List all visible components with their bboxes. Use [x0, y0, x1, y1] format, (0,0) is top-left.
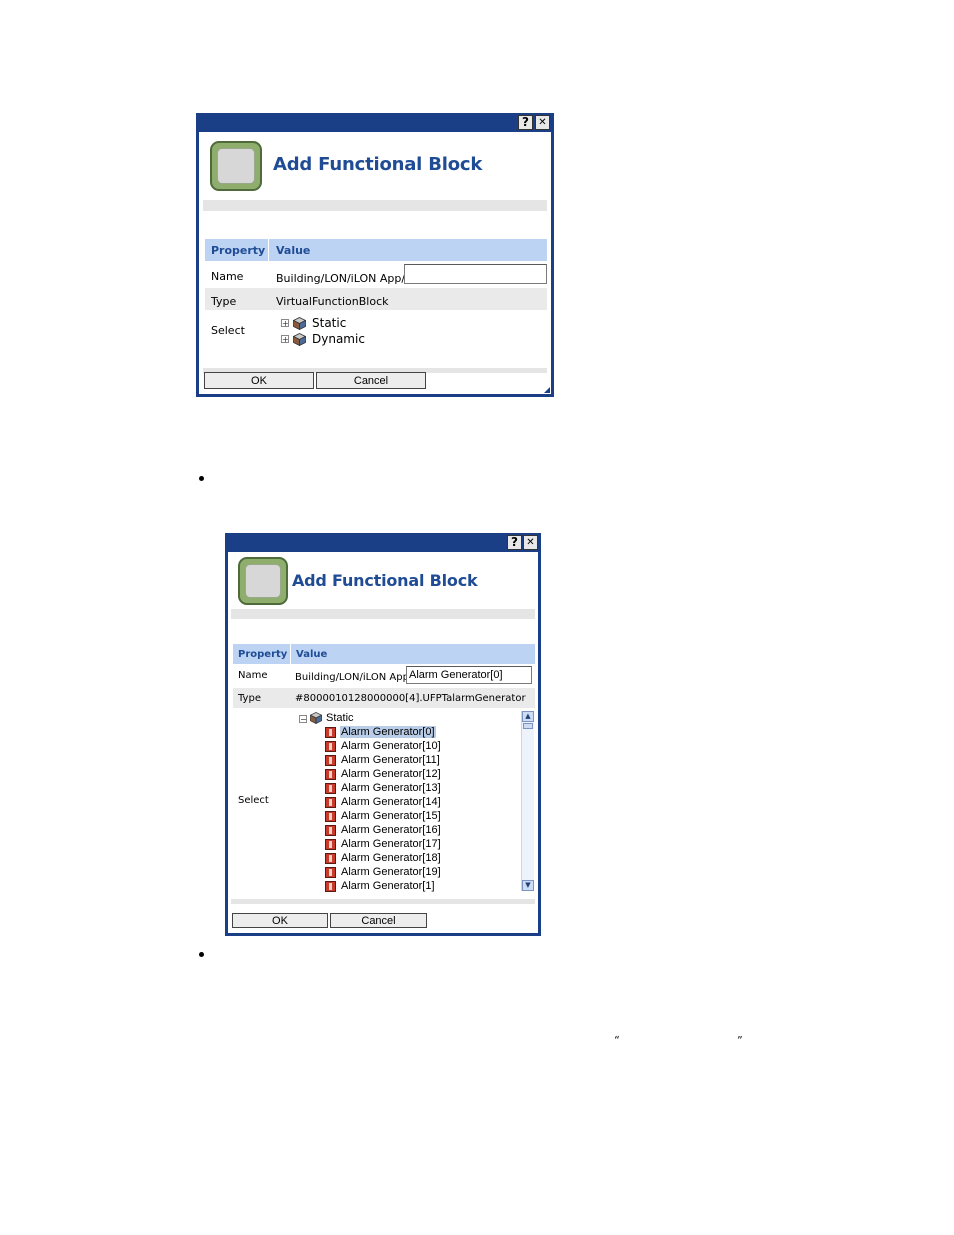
list-item[interactable]: Alarm Generator[10]: [325, 740, 525, 754]
functional-block-icon: [238, 557, 288, 605]
bullet: [199, 476, 204, 481]
property-table-header: Property Value: [233, 644, 535, 664]
alarm-icon: [325, 769, 336, 780]
tree-view[interactable]: − Static Alarm Generator[0] Alarm Generat…: [288, 711, 536, 895]
cube-icon: [293, 317, 306, 330]
footer-separator: [231, 899, 535, 904]
list-item[interactable]: Alarm Generator[0]: [325, 726, 525, 740]
list-item-label[interactable]: Alarm Generator[17]: [340, 838, 442, 850]
scroll-thumb[interactable]: [523, 723, 533, 729]
list-item-label[interactable]: Alarm Generator[13]: [340, 782, 442, 794]
add-functional-block-dialog-2: ? ✕ Add Functional Block Property Value …: [225, 533, 541, 936]
name-input[interactable]: [404, 264, 547, 284]
list-item[interactable]: Alarm Generator[13]: [325, 782, 525, 796]
list-item-label[interactable]: Alarm Generator[19]: [340, 866, 442, 878]
alarm-icon: [325, 783, 336, 794]
list-item[interactable]: Alarm Generator[12]: [325, 768, 525, 782]
scroll-up-arrow[interactable]: ▲: [522, 711, 534, 722]
name-prefix: Building/LON/iLON App/: [276, 272, 406, 285]
alarm-icon: [325, 825, 336, 836]
select-label: Select: [238, 795, 269, 806]
type-label: Type: [211, 295, 237, 308]
tree-label-static[interactable]: Static: [326, 712, 354, 724]
tree-label-static[interactable]: Static: [312, 316, 346, 330]
resize-grip[interactable]: [544, 387, 550, 393]
cancel-button[interactable]: Cancel: [330, 913, 427, 928]
select-label: Select: [211, 324, 245, 337]
dialog-title: Add Functional Block: [292, 571, 478, 590]
name-label: Name: [238, 670, 268, 681]
cube-icon: [293, 333, 306, 346]
tree-scrollbar[interactable]: ▲ ▼: [521, 711, 534, 891]
list-item[interactable]: Alarm Generator[18]: [325, 852, 525, 866]
list-item[interactable]: Alarm Generator[17]: [325, 838, 525, 852]
type-value: VirtualFunctionBlock: [276, 295, 389, 308]
alarm-icon: [325, 741, 336, 752]
alarm-icon: [325, 727, 336, 738]
functional-block-icon: [210, 141, 262, 191]
property-table-header: Property Value: [205, 239, 547, 261]
help-button[interactable]: ?: [507, 535, 522, 550]
alarm-icon: [325, 867, 336, 878]
name-label: Name: [211, 270, 244, 283]
list-item-label[interactable]: Alarm Generator[14]: [340, 796, 442, 808]
list-item[interactable]: Alarm Generator[11]: [325, 754, 525, 768]
alarm-icon: [325, 839, 336, 850]
dialog-body: Add Functional Block Property Value Name…: [228, 552, 538, 933]
scroll-down-arrow[interactable]: ▼: [522, 880, 534, 891]
list-item-label[interactable]: Alarm Generator[11]: [340, 754, 441, 766]
type-label: Type: [238, 693, 261, 704]
list-item[interactable]: Alarm Generator[1]: [325, 880, 525, 894]
dialog-title: Add Functional Block: [273, 154, 483, 175]
help-button[interactable]: ?: [518, 115, 533, 130]
alarm-icon: [325, 811, 336, 822]
list-item-label[interactable]: Alarm Generator[12]: [340, 768, 442, 780]
list-item-label[interactable]: Alarm Generator[1]: [340, 880, 436, 892]
alarm-icon: [325, 881, 336, 892]
col-value: Value: [276, 244, 311, 257]
header-separator: [203, 200, 547, 211]
alarm-icon: [325, 853, 336, 864]
alarm-icon: [325, 755, 336, 766]
tree-label-dynamic[interactable]: Dynamic: [312, 332, 365, 346]
list-item-label[interactable]: Alarm Generator[16]: [340, 824, 442, 836]
col-value: Value: [296, 649, 328, 660]
name-input[interactable]: [406, 666, 532, 684]
list-item[interactable]: Alarm Generator[14]: [325, 796, 525, 810]
name-prefix: Building/LON/iLON App/: [295, 672, 413, 683]
bullet: [199, 952, 204, 957]
list-item-label[interactable]: Alarm Generator[18]: [340, 852, 442, 864]
collapse-icon[interactable]: −: [299, 715, 307, 724]
list-item-label[interactable]: Alarm Generator[15]: [340, 810, 442, 822]
col-property: Property: [238, 649, 288, 660]
col-property: Property: [211, 244, 266, 257]
expand-icon[interactable]: +: [281, 319, 289, 328]
open-quote: “: [614, 1034, 620, 1047]
list-item[interactable]: Alarm Generator[16]: [325, 824, 525, 838]
ok-button[interactable]: OK: [232, 913, 328, 928]
cancel-button[interactable]: Cancel: [316, 372, 426, 389]
dialog-body: Add Functional Block Property Value Name…: [199, 132, 551, 394]
type-value: #8000010128000000[4].UFPTalarmGenerator: [295, 693, 526, 704]
expand-icon[interactable]: +: [281, 335, 289, 344]
list-item[interactable]: Alarm Generator[19]: [325, 866, 525, 880]
list-item-label[interactable]: Alarm Generator[0]: [340, 726, 436, 738]
cube-icon: [310, 712, 322, 724]
header-separator: [231, 609, 535, 619]
list-item-label[interactable]: Alarm Generator[10]: [340, 740, 442, 752]
close-button[interactable]: ✕: [535, 115, 550, 130]
ok-button[interactable]: OK: [204, 372, 314, 389]
list-item[interactable]: Alarm Generator[15]: [325, 810, 525, 824]
alarm-icon: [325, 797, 336, 808]
add-functional-block-dialog-1: ? ✕ Add Functional Block Property Value …: [196, 113, 554, 397]
close-quote: ”: [737, 1034, 743, 1047]
close-button[interactable]: ✕: [523, 535, 538, 550]
